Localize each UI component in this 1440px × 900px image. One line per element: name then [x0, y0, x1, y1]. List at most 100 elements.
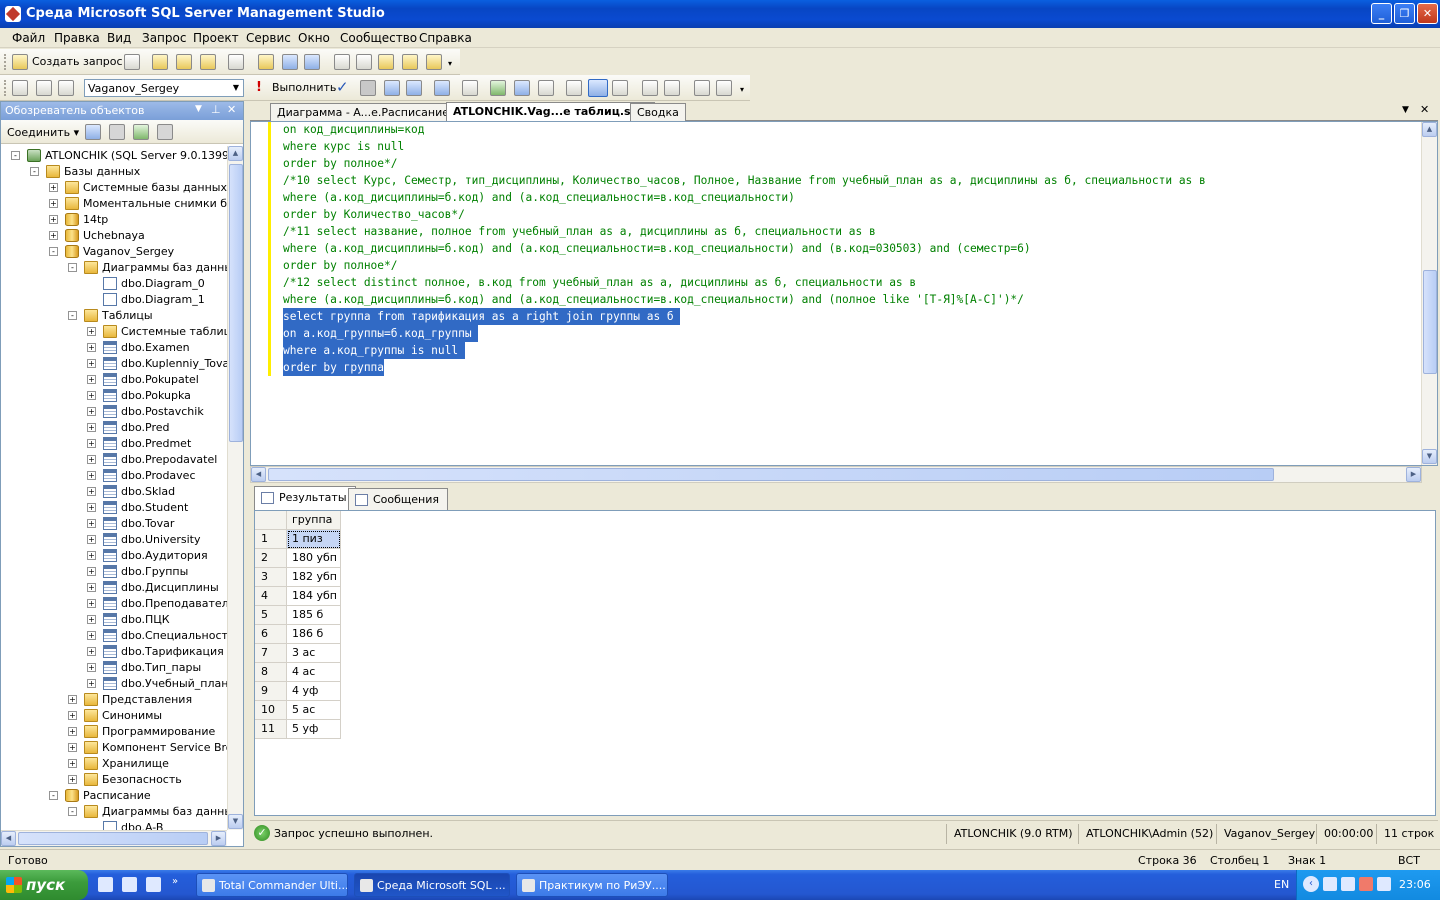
code-line-selected[interactable]: order by группа	[283, 359, 385, 376]
tray-collapse-icon[interactable]: ‹	[1303, 876, 1319, 892]
task-total-commander[interactable]: Total Commander Ulti...	[196, 873, 348, 897]
toolbar-overflow-icon[interactable]: ▾	[448, 59, 452, 68]
collapse-minus-icon[interactable]: -	[30, 167, 39, 176]
results-to-grid-icon[interactable]	[566, 80, 582, 96]
scroll-right-arrow-icon[interactable]: ▶	[211, 831, 226, 846]
menu-view[interactable]: Вид	[107, 31, 131, 45]
expand-plus-icon[interactable]: +	[87, 487, 96, 496]
increase-indent-icon[interactable]	[716, 80, 732, 96]
row-number[interactable]: 3	[255, 568, 287, 587]
execute-button[interactable]: Выполнить	[272, 81, 336, 94]
template-explorer-icon[interactable]	[402, 54, 418, 70]
expand-plus-icon[interactable]: +	[49, 231, 58, 240]
scrollbar-thumb[interactable]	[229, 164, 243, 442]
tree-vertical-scrollbar[interactable]: ▲ ▼	[227, 146, 243, 830]
tab-sql-query[interactable]: ATLONCHIK.Vag...е таблиц.sql*	[446, 102, 655, 122]
stop-icon[interactable]	[109, 124, 125, 140]
disconnect-icon[interactable]	[58, 80, 74, 96]
toolbar-grip[interactable]	[4, 54, 7, 70]
quicklaunch-overflow-icon[interactable]: »	[172, 876, 178, 887]
expand-plus-icon[interactable]: +	[87, 535, 96, 544]
quicklaunch-explorer-icon[interactable]	[146, 877, 161, 892]
expand-plus-icon[interactable]: +	[87, 679, 96, 688]
expand-plus-icon[interactable]: +	[87, 631, 96, 640]
open-folder-icon[interactable]	[258, 54, 274, 70]
connect-dropdown-button[interactable]: Соединить ▾	[7, 126, 79, 139]
maximize-button[interactable]: ❐	[1394, 3, 1415, 24]
pin-icon[interactable]: ⊥	[211, 103, 221, 116]
expand-plus-icon[interactable]: +	[68, 727, 77, 736]
code-line[interactable]: order by Количество_часов*/	[283, 206, 465, 223]
code-line[interactable]: /*10 select Курс, Семестр, тип_дисциплин…	[283, 172, 1206, 189]
sql-editor[interactable]: on код_дисциплины=код where курс is null o…	[250, 121, 1438, 466]
code-line[interactable]: where (а.код_дисциплины=б.код) and (а.ко…	[283, 291, 1024, 308]
row-number[interactable]: 10	[255, 701, 287, 720]
row-number[interactable]: 8	[255, 663, 287, 682]
toolbar-grip[interactable]	[4, 80, 7, 96]
editor-horizontal-scrollbar[interactable]: ◀ ▶	[250, 466, 1422, 483]
code-line[interactable]: where (а.код_дисциплины=б.код) and (а.ко…	[283, 240, 1031, 257]
query-designer-icon[interactable]	[406, 80, 422, 96]
scrollbar-thumb[interactable]	[268, 468, 1274, 481]
grid-cell[interactable]: 4 уф	[287, 682, 341, 701]
row-number[interactable]: 5	[255, 606, 287, 625]
registered-servers-icon[interactable]	[334, 54, 350, 70]
row-number[interactable]: 11	[255, 720, 287, 739]
expand-plus-icon[interactable]: +	[49, 183, 58, 192]
collapse-minus-icon[interactable]: -	[68, 807, 77, 816]
scroll-left-arrow-icon[interactable]: ◀	[251, 467, 266, 482]
grid-cell[interactable]: 180 убп	[287, 549, 341, 568]
close-button[interactable]: ✕	[1417, 3, 1438, 24]
analysis-query-icon[interactable]	[152, 54, 168, 70]
quicklaunch-ie-icon[interactable]	[98, 877, 113, 892]
tray-network-icon[interactable]	[1323, 877, 1337, 891]
grid-cell[interactable]: 184 убп	[287, 587, 341, 606]
scroll-left-arrow-icon[interactable]: ◀	[1, 831, 16, 846]
minimize-button[interactable]: _	[1371, 3, 1392, 24]
object-explorer-icon[interactable]	[378, 54, 394, 70]
tab-results[interactable]: Результаты	[254, 486, 356, 510]
new-query-icon[interactable]	[12, 54, 28, 70]
properties-icon[interactable]	[426, 54, 442, 70]
tree-horizontal-scrollbar[interactable]: ◀ ▶	[1, 830, 227, 846]
editor-vertical-scrollbar[interactable]: ▲ ▼	[1421, 122, 1437, 465]
code-line-selected[interactable]: select группа from тарификация as a righ…	[283, 308, 681, 325]
decrease-indent-icon[interactable]	[694, 80, 710, 96]
menu-window[interactable]: Окно	[298, 31, 330, 45]
expand-plus-icon[interactable]: +	[87, 471, 96, 480]
expand-plus-icon[interactable]: +	[68, 711, 77, 720]
expand-plus-icon[interactable]: +	[68, 759, 77, 768]
code-line-selected[interactable]: on а.код_группы=б.код_группы	[283, 325, 479, 342]
code-line[interactable]: on код_дисциплины=код	[283, 121, 424, 138]
expand-plus-icon[interactable]: +	[87, 615, 96, 624]
task-ssms[interactable]: Среда Microsoft SQL ...	[354, 873, 510, 897]
menu-help[interactable]: Справка	[419, 31, 472, 45]
expand-plus-icon[interactable]: +	[87, 663, 96, 672]
register-server-icon[interactable]	[85, 124, 101, 140]
filter-icon[interactable]	[157, 124, 173, 140]
comment-out-icon[interactable]	[642, 80, 658, 96]
close-document-icon[interactable]: ✕	[1420, 103, 1429, 116]
mdx-query-icon[interactable]	[176, 54, 192, 70]
grid-cell[interactable]: 3 ас	[287, 644, 341, 663]
collapse-minus-icon[interactable]: -	[49, 247, 58, 256]
row-number[interactable]: 1	[255, 530, 287, 549]
connect-icon[interactable]	[12, 80, 28, 96]
menu-edit[interactable]: Правка	[54, 31, 100, 45]
expand-plus-icon[interactable]: +	[87, 551, 96, 560]
quicklaunch-desktop-icon[interactable]	[122, 877, 137, 892]
results-to-file-icon[interactable]	[612, 80, 628, 96]
scroll-down-arrow-icon[interactable]: ▼	[228, 814, 243, 829]
tab-diagram[interactable]: Диаграмма - A...е.Расписание*	[270, 103, 462, 121]
grid-cell[interactable]: 1 пиз	[287, 530, 341, 549]
collapse-minus-icon[interactable]: -	[68, 263, 77, 272]
expand-plus-icon[interactable]: +	[87, 599, 96, 608]
scroll-up-arrow-icon[interactable]: ▲	[1422, 122, 1437, 137]
code-line[interactable]: /*11 select название, полное from учебны…	[283, 223, 876, 240]
expand-plus-icon[interactable]: +	[87, 503, 96, 512]
expand-plus-icon[interactable]: +	[68, 743, 77, 752]
scrollbar-thumb[interactable]	[1423, 270, 1437, 374]
results-grid[interactable]: группа 11 пиз 2 180 убп 3 182 убп 4 184 убп 5 18…	[254, 510, 1436, 816]
collapse-minus-icon[interactable]: -	[11, 151, 20, 160]
row-number[interactable]: 7	[255, 644, 287, 663]
